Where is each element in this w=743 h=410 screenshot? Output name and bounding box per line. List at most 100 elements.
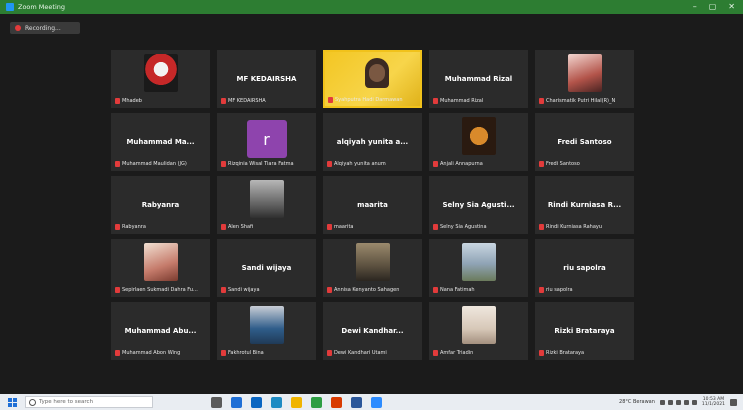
minimize-icon[interactable]: – — [693, 0, 697, 14]
participant-display-name: Dewi Kandhar... — [341, 327, 404, 335]
participant-tile[interactable]: Alen Shafi — [217, 176, 316, 234]
participant-tile[interactable]: alqiyah yunita a... Alqiyah yunita anum — [323, 113, 422, 171]
participant-tile[interactable]: Syahputra Hadi Darmawan — [323, 50, 422, 108]
participant-name-bar: MF KEDAIRSHA — [221, 97, 312, 105]
muted-mic-icon — [327, 161, 332, 167]
participant-name-bar: Selny Sia Agustina — [433, 223, 524, 231]
participant-name-bar: Fredi Santoso — [539, 160, 630, 168]
participant-tile[interactable]: Rindi Kurniasa R... Rindi Kurniasa Rahayu — [535, 176, 634, 234]
participant-display-name: Selny Sia Agusti... — [442, 201, 515, 209]
participant-name-bar: Alen Shafi — [221, 223, 312, 231]
participant-tile[interactable]: Nana Fatimah — [429, 239, 528, 297]
participant-tile[interactable]: r Rizqinia Wisal Tiara Fatma — [217, 113, 316, 171]
participant-profile-picture — [461, 117, 496, 155]
system-tray: 28°C Berawan 10:53 AM 11/1/2021 — [619, 394, 737, 410]
excel-icon[interactable] — [311, 396, 322, 408]
participant-tile[interactable]: Sepirlaen Sukmadi Dahra Fu... — [111, 239, 210, 297]
muted-mic-icon — [328, 97, 333, 103]
participant-display-name: Muhammad Abu... — [124, 327, 197, 335]
participant-tile[interactable]: Mhadeb — [111, 50, 210, 108]
muted-mic-icon — [221, 287, 226, 293]
muted-mic-icon — [327, 287, 332, 293]
participant-tile[interactable]: Muhammad Abu... Muhammad Abon Wing — [111, 302, 210, 360]
participant-tile[interactable]: Sandi wijaya Sandi wijaya — [217, 239, 316, 297]
participant-display-name: riu sapolra — [563, 264, 606, 272]
participant-name-label: riu sapolra — [546, 287, 573, 293]
participant-name-label: Rabyanra — [122, 224, 146, 230]
participant-name-bar: Mhadeb — [115, 97, 206, 105]
participant-tile[interactable]: Selny Sia Agusti... Selny Sia Agustina — [429, 176, 528, 234]
participant-name-label: Alqiyah yunita anum — [334, 161, 386, 167]
participant-name-bar: Amfar Triadin — [433, 349, 524, 357]
participant-name-label: Mhadeb — [122, 98, 142, 104]
participant-profile-picture — [249, 180, 284, 218]
word-icon[interactable] — [351, 396, 362, 408]
task-view-icon[interactable] — [211, 396, 222, 408]
file-explorer-icon[interactable] — [291, 396, 302, 408]
participant-name-label: Dewi Kandhari Utami — [334, 350, 387, 356]
person-face — [369, 64, 385, 82]
participant-name-label: Muhammad Maulidan (JG) — [122, 161, 187, 167]
participant-profile-picture — [461, 306, 496, 344]
participant-name-label: Rizqinia Wisal Tiara Fatma — [228, 161, 294, 167]
participant-name-label: Rizki Brataraya — [546, 350, 585, 356]
participant-tile[interactable]: Amfar Triadin — [429, 302, 528, 360]
participant-name-bar: Muhammad Abon Wing — [115, 349, 206, 357]
tray-icons[interactable] — [659, 399, 697, 405]
recording-label: Recording... — [25, 24, 61, 32]
participant-gallery: Mhadeb MF KEDAIRSHA MF KEDAIRSHA Syahputra … — [111, 50, 636, 360]
participant-tile[interactable]: Dewi Kandhar... Dewi Kandhari Utami — [323, 302, 422, 360]
notification-icon[interactable] — [730, 398, 737, 406]
participant-name-bar: Fakhrotul Bina — [221, 349, 312, 357]
participant-name-bar: maarita — [327, 223, 418, 231]
participant-tile[interactable]: Muhammad Rizal Muhammad Rizal — [429, 50, 528, 108]
participant-name-label: Syahputra Hadi Darmawan — [335, 97, 403, 103]
participant-name-label: Sandi wijaya — [228, 287, 260, 293]
powerpoint-icon[interactable] — [331, 396, 342, 408]
participant-display-name: Muhammad Rizal — [444, 75, 513, 83]
browser-icon[interactable] — [271, 396, 282, 408]
clock[interactable]: 10:53 AM 11/1/2021 — [702, 397, 725, 407]
participant-tile[interactable]: Charismatik Putri Hilal(R)_N — [535, 50, 634, 108]
participant-name-bar: Syahputra Hadi Darmawan — [328, 96, 417, 104]
participant-tile[interactable]: MF KEDAIRSHA MF KEDAIRSHA — [217, 50, 316, 108]
participant-name-bar: Anjali Annapurna — [433, 160, 524, 168]
participant-tile[interactable]: Anjali Annapurna — [429, 113, 528, 171]
participant-tile[interactable]: Fredi Santoso Fredi Santoso — [535, 113, 634, 171]
taskbar-search-box[interactable]: Type here to search — [25, 396, 153, 408]
participant-name-label: Anjali Annapurna — [440, 161, 483, 167]
participant-name-label: Charismatik Putri Hilal(R)_N — [546, 98, 616, 104]
participant-profile-picture — [567, 54, 602, 92]
participant-tile[interactable]: Muhammad Ma... Muhammad Maulidan (JG) — [111, 113, 210, 171]
participant-tile[interactable]: Fakhrotul Bina — [217, 302, 316, 360]
recording-indicator[interactable]: Recording... — [10, 22, 80, 34]
participant-name-label: Muhammad Rizal — [440, 98, 484, 104]
participant-tile[interactable]: Rabyanra Rabyanra — [111, 176, 210, 234]
participant-display-name: Rabyanra — [141, 201, 180, 209]
muted-mic-icon — [115, 224, 120, 230]
weather-widget[interactable]: 28°C Berawan — [619, 399, 655, 405]
edge-icon[interactable] — [251, 396, 262, 408]
participant-name-label: Selny Sia Agustina — [440, 224, 487, 230]
participant-name-bar: Rindi Kurniasa Rahayu — [539, 223, 630, 231]
participant-tile[interactable]: Annisa Kenyanto Sahagen — [323, 239, 422, 297]
zoom-app-taskbar-icon[interactable] — [371, 396, 382, 408]
participant-tile[interactable]: Rizki Brataraya Rizki Brataraya — [535, 302, 634, 360]
participant-display-name: alqiyah yunita a... — [336, 138, 409, 146]
participant-profile-picture — [143, 243, 178, 281]
muted-mic-icon — [433, 350, 438, 356]
participant-name-label: Alen Shafi — [228, 224, 254, 230]
muted-mic-icon — [539, 161, 544, 167]
participant-tile[interactable]: riu sapolra riu sapolra — [535, 239, 634, 297]
participant-name-label: Annisa Kenyanto Sahagen — [334, 287, 400, 293]
participant-name-bar: Rabyanra — [115, 223, 206, 231]
maximize-icon[interactable]: ▢ — [709, 0, 717, 14]
close-icon[interactable]: ✕ — [728, 0, 735, 14]
participant-tile[interactable]: maarita maarita — [323, 176, 422, 234]
windows-start-icon[interactable] — [8, 397, 17, 407]
muted-mic-icon — [433, 287, 438, 293]
taskbar-apps — [211, 396, 382, 408]
participant-display-name: maarita — [357, 201, 388, 209]
participant-name-bar: Sepirlaen Sukmadi Dahra Fu... — [115, 286, 206, 294]
zoom-taskbar-icon[interactable] — [231, 396, 242, 408]
